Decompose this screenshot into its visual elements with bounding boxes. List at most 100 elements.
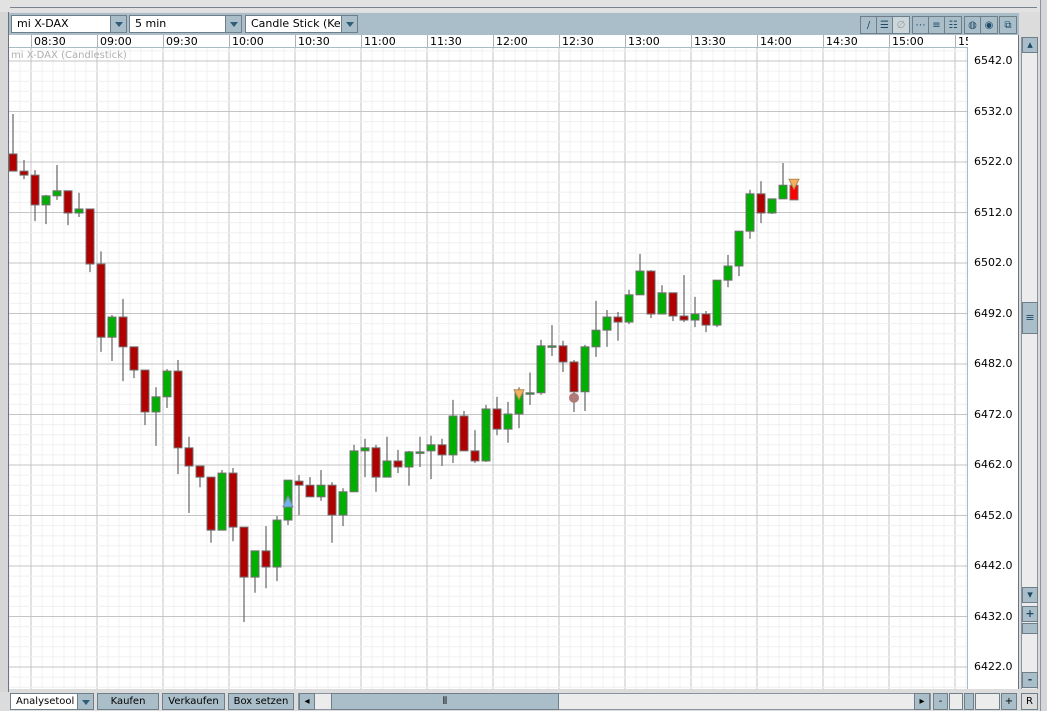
chevron-down-icon[interactable] [110,16,126,32]
vertical-zoom-thumb[interactable] [1022,623,1038,634]
candle-up [74,208,84,214]
vertical-scrollbar[interactable]: ▴ ≡ ▾ + - [1021,37,1038,689]
candle-down [140,369,150,413]
chevron-down-icon[interactable] [225,16,241,32]
set-box-button[interactable]: Box setzen [228,693,294,710]
candle-down [756,193,766,214]
candle-up [503,413,513,430]
horizontal-scroll-thumb[interactable]: ⦀ [331,693,559,710]
horizontal-lines-icon[interactable]: ☰ [877,17,893,33]
interval-select[interactable]: 5 min [129,15,242,33]
overlay-icon[interactable]: ◉ [981,17,997,33]
chart-plot-area[interactable]: mi X-DAX (Candlestick) [9,48,968,689]
candle-down [569,361,579,393]
price-label: 6432.0 [974,609,1013,623]
candle-up [481,408,491,462]
candle-down [228,472,238,528]
candle-down [96,263,106,338]
candle-down [239,526,249,578]
time-label: 09:00 [97,35,132,47]
candle-down [470,450,480,462]
candle-up [635,270,645,296]
candle-down [558,345,568,363]
price-label: 6422.0 [974,660,1013,673]
time-axis: 08:30 09:00 09:30 10:00 10:30 11:00 11:30 12:00… [9,35,968,48]
price-axis: 6542.0 6532.0 6522.0 6512.0 6502.0 6492.0 6482… [968,35,1019,689]
horizontal-scrollbar[interactable]: ◂ ⦀ ▸ [298,693,931,710]
time-label: 11:00 [361,35,396,47]
indicator-tools: ◍ ◉ [964,16,998,34]
reset-button[interactable]: R [1021,693,1038,710]
candle-down [173,370,183,449]
candle-up [217,472,227,531]
right-edge [1040,0,1047,711]
sell-button[interactable]: Verkaufen [162,693,225,710]
candle-up [690,313,700,321]
chevron-down-icon[interactable] [341,16,357,32]
candle-up [778,184,788,200]
delete-drawing-icon[interactable]: ∅ [893,17,909,33]
price-label: 6442.0 [974,559,1013,572]
zoom-thumb[interactable] [964,693,974,710]
candle-up [338,491,348,516]
candle-down [206,476,216,531]
candle-up [536,345,546,394]
indicator-icon[interactable]: ◍ [965,17,981,33]
candle-down [129,346,139,371]
scroll-right-button[interactable]: ▸ [914,693,930,710]
candle-down [118,316,128,348]
candle-up [360,447,370,452]
price-label: 6482.0 [974,357,1013,370]
price-label: 6542.0 [974,54,1013,67]
price-label: 6502.0 [974,256,1013,269]
chart-title: mi X-DAX (Candlestick) [11,50,127,61]
analysis-tool-select[interactable]: Analysetool [10,693,94,710]
top-strip [0,0,1047,12]
grid-dashed-icon[interactable]: ☷ [945,17,961,33]
time-label: 12:00 [493,35,528,47]
time-label: 08:30 [31,35,66,47]
time-label: 12:30 [559,35,594,47]
candle-up [602,316,612,331]
candle-up [404,451,414,468]
candle-down [613,316,623,323]
candle-up [382,460,392,478]
candle-up [448,415,458,456]
grid-dotted-icon[interactable]: ⋯ [913,17,929,33]
zoom-track[interactable] [949,693,963,710]
instrument-select[interactable]: mi X-DAX [11,15,127,33]
candle-up [580,346,590,393]
time-label: 10:30 [295,35,330,47]
bottom-toolbar: Analysetool Kaufen Verkaufen Box setzen … [9,690,1040,711]
vertical-scroll-thumb[interactable]: ≡ [1022,302,1038,334]
candle-down [371,447,381,478]
scroll-up-button[interactable]: ▴ [1022,37,1038,53]
zoom-out-button[interactable]: - [933,693,948,710]
vertical-zoom-plus-button[interactable]: + [1022,606,1038,622]
price-label: 6512.0 [974,205,1013,219]
candle-down [9,153,18,172]
scroll-left-button[interactable]: ◂ [299,693,315,710]
candle-up [591,329,601,348]
candle-down [393,460,403,468]
line-tool-icon[interactable]: / [861,17,877,33]
candle-down [261,550,271,568]
grid-lines-icon[interactable]: ≡ [929,17,945,33]
candle-down [184,447,194,467]
vertical-zoom-minus-button[interactable]: - [1022,672,1038,688]
candle-down [294,480,304,486]
zoom-track-right[interactable] [975,693,1000,710]
time-label: 11:30 [427,35,462,47]
detach-window-icon[interactable]: ⧉ [1000,17,1016,33]
candle-up [734,230,744,267]
grid-tools: ⋯ ≡ ☷ [912,16,962,34]
chart-type-select[interactable]: Candle Stick (Kerze [245,15,358,33]
candle-up [316,484,326,498]
zoom-in-button[interactable]: + [1001,693,1017,710]
scroll-down-button[interactable]: ▾ [1022,587,1038,603]
candle-up [712,279,722,326]
candle-up [624,294,634,323]
candle-down [327,484,337,516]
chevron-down-icon[interactable] [77,694,93,709]
buy-button[interactable]: Kaufen [97,693,159,710]
